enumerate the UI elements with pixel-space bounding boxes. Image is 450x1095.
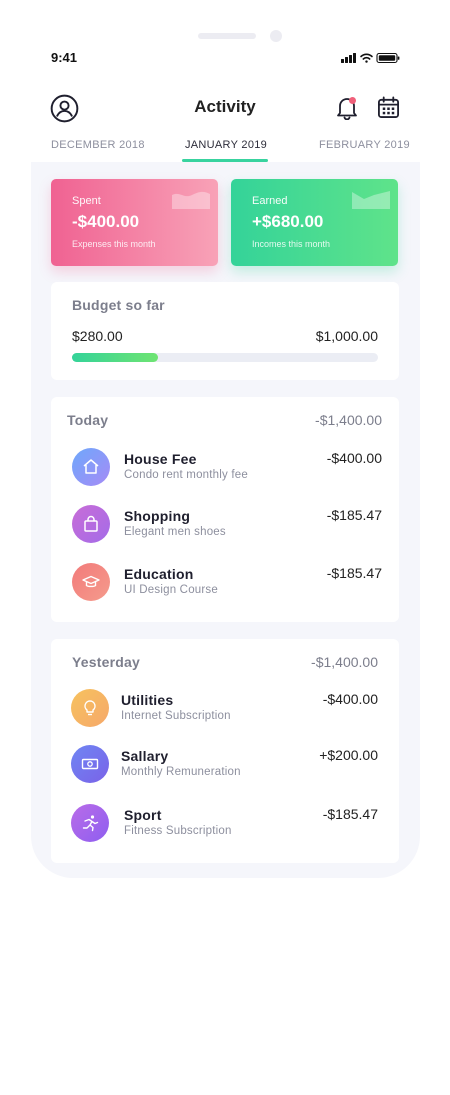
transaction-sub: Fitness Subscription [124,825,232,837]
transaction-name: Shopping [124,508,191,524]
wifi-icon [360,53,373,63]
transaction-sub: Monthly Remuneration [121,766,241,778]
transaction-sub: Elegant men shoes [124,526,226,538]
transaction-sub: Condo rent monthly fee [124,469,248,481]
calendar-icon[interactable] [377,96,400,119]
house-icon [72,448,110,486]
section-total: -$1,400.00 [311,654,378,670]
cellular-signal-icon [341,53,356,63]
tab-current-month[interactable]: JANUARY 2019 [185,139,267,151]
front-camera [270,30,282,42]
transaction-amount: +$200.00 [319,747,378,763]
section-title: Yesterday [72,654,140,670]
budget-progress-fill [72,353,158,362]
earned-sub: Incomes this month [252,239,331,249]
budget-card: Budget so far $280.00 $1,000.00 [51,282,399,380]
transaction-amount: -$400.00 [326,450,382,466]
budget-total: $1,000.00 [315,328,378,344]
transaction-house-fee[interactable]: House Fee Condo rent monthly fee -$400.0… [51,448,399,492]
budget-current: $280.00 [72,328,123,344]
earned-amount: +$680.00 [252,212,324,231]
yesterday-section: Yesterday -$1,400.00 Utilities Internet … [51,639,399,863]
tab-next-month[interactable]: FEBRUARY 2019 [319,139,410,151]
transaction-name: Sallary [121,748,169,764]
transaction-sub: UI Design Course [124,584,218,596]
transaction-education[interactable]: Education UI Design Course -$185.47 [51,563,399,607]
transaction-amount: -$400.00 [322,691,378,707]
top-bar-background [0,0,450,162]
spent-amount: -$400.00 [72,212,140,231]
wave-decoration [352,191,390,209]
transaction-name: Education [124,566,194,582]
transaction-sallary[interactable]: Sallary Monthly Remuneration +$200.00 [51,745,399,789]
transaction-sport[interactable]: Sport Fitness Subscription -$185.47 [51,804,399,848]
transaction-utilities[interactable]: Utilities Internet Subscription -$400.00 [51,689,399,733]
runner-icon [71,804,109,842]
transaction-shopping[interactable]: Shopping Elegant men shoes -$185.47 [51,505,399,549]
lightbulb-icon [71,689,109,727]
transaction-amount: -$185.47 [326,565,382,581]
budget-title: Budget so far [72,297,165,313]
battery-icon [376,52,400,64]
section-title: Today [67,412,109,428]
today-section: Today -$1,400.00 House Fee Condo rent mo… [51,397,399,622]
spent-card[interactable]: Spent -$400.00 Expenses this month [51,179,218,266]
wave-decoration [172,191,210,209]
transaction-name: House Fee [124,451,197,467]
earned-card[interactable]: Earned +$680.00 Incomes this month [231,179,398,266]
transaction-amount: -$185.47 [322,806,378,822]
transaction-sub: Internet Subscription [121,710,231,722]
budget-progress-track [72,353,378,362]
spent-label: Spent [72,195,101,207]
section-total: -$1,400.00 [315,412,382,428]
spent-sub: Expenses this month [72,239,156,249]
earned-label: Earned [252,195,288,207]
transaction-name: Utilities [121,692,174,708]
speaker-grille [198,33,256,39]
status-time: 9:41 [51,50,78,65]
active-tab-indicator [182,159,268,162]
money-icon [71,745,109,783]
graduation-cap-icon [72,563,110,601]
transaction-amount: -$185.47 [326,507,382,523]
status-icons [341,52,400,64]
transaction-name: Sport [124,807,162,823]
shopping-bag-icon [72,505,110,543]
tab-previous-month[interactable]: DECEMBER 2018 [51,139,145,151]
notification-dot [349,97,356,104]
